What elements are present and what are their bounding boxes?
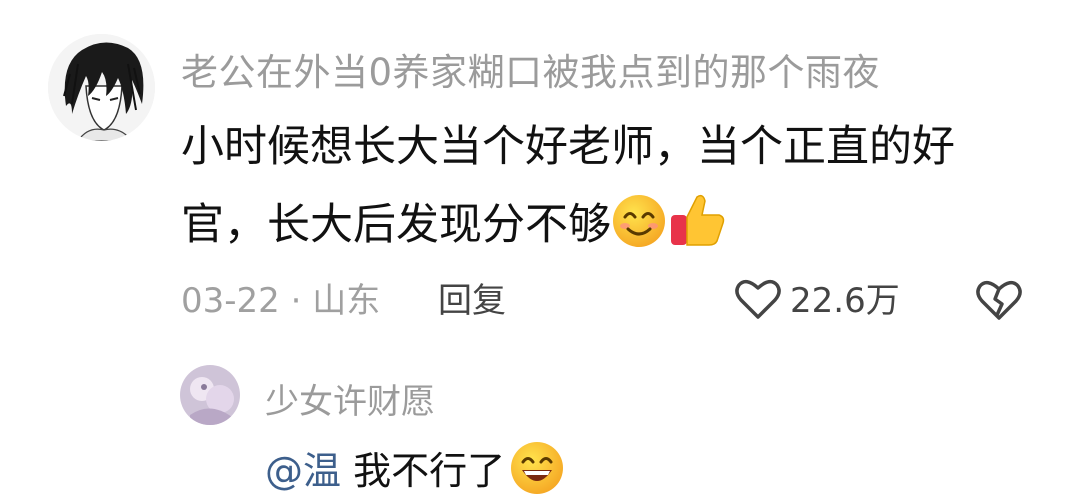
comment-date: 03-22 <box>181 281 280 321</box>
grinning-face-icon <box>509 440 565 496</box>
thumbs-up-icon <box>667 191 727 274</box>
like-button[interactable]: 22.6万 <box>734 276 900 326</box>
meta-separator: · <box>290 281 302 321</box>
like-count: 22.6万 <box>790 281 900 321</box>
reply-body: 我不行了 <box>353 449 506 493</box>
broken-heart-icon <box>975 280 1023 326</box>
heart-icon <box>734 277 782 325</box>
reply-text: @温 我不行了 <box>265 440 565 496</box>
smiling-face-icon <box>611 193 667 274</box>
avatar-image <box>48 34 155 141</box>
comment-location: 山东 <box>312 281 381 321</box>
dislike-button[interactable] <box>975 278 1023 326</box>
comment-meta: 03-22 · 山东 回复 22.6万 <box>181 276 1051 326</box>
comment-date-location: 03-22 · 山东 <box>181 276 380 326</box>
reply-username[interactable]: 少女许财愿 <box>265 374 435 423</box>
mention-link[interactable]: @温 <box>265 449 341 493</box>
reply-avatar-image <box>180 365 240 425</box>
reply-button[interactable]: 回复 <box>438 276 506 326</box>
reply-avatar[interactable] <box>180 365 240 425</box>
comment-thread: 老公在外当0养家糊口被我点到的那个雨夜 小时候想长大当个好老师，当个正直的好官，… <box>0 0 1080 496</box>
comment-username[interactable]: 老公在外当0养家糊口被我点到的那个雨夜 <box>181 42 880 96</box>
comment-text: 小时候想长大当个好老师，当个正直的好官，长大后发现分不够 <box>181 108 1021 274</box>
comment-body: 小时候想长大当个好老师，当个正直的好官，长大后发现分不够 <box>181 122 955 250</box>
avatar[interactable] <box>48 34 155 141</box>
